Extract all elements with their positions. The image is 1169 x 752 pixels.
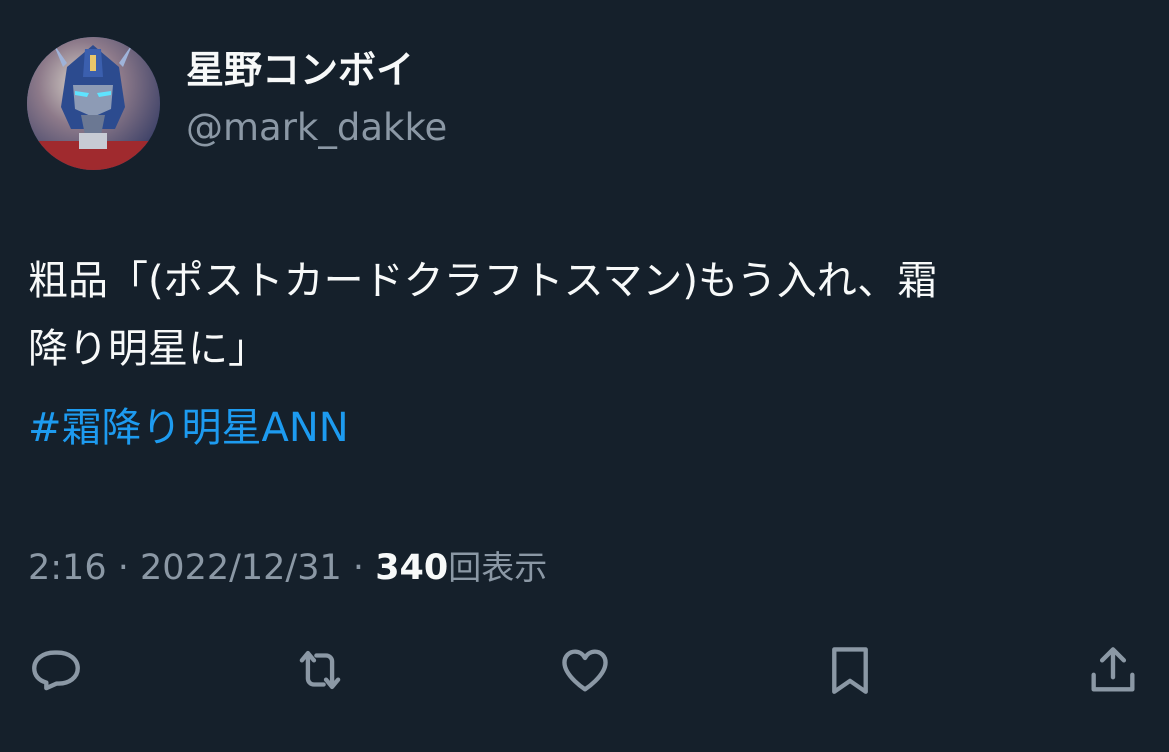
share-button[interactable] [1083,640,1143,700]
robot-avatar-icon [27,37,160,170]
bookmark-button[interactable] [820,640,880,700]
tweet-time[interactable]: 2:16 [28,548,107,588]
reply-button[interactable] [26,640,86,700]
action-bar [0,640,1169,700]
views-label: 回表示 [448,548,548,587]
retweet-button[interactable] [290,640,350,700]
separator: · [117,548,129,588]
share-icon [1091,647,1135,692]
hashtag-link[interactable]: #霜降り明星ANN [28,394,349,462]
like-button[interactable] [555,640,615,700]
separator: · [352,548,365,588]
heart-icon [562,649,608,692]
user-handle[interactable]: @mark_dakke [186,107,447,149]
bookmark-icon [832,647,868,694]
tweet-text: 粗品「(ポストカードクラフトスマン)もう入れ、霜 降り明星に」 [28,247,1138,383]
retweet-icon [299,650,341,690]
tweet-text-line: 降り明星に」 [28,326,268,372]
views-count: 340 [375,548,449,588]
display-name[interactable]: 星野コンボイ [186,49,414,92]
reply-icon [32,650,80,691]
tweet-date[interactable]: 2022/12/31 [140,548,342,588]
tweet-text-line: 粗品「(ポストカードクラフトスマン)もう入れ、霜 [28,258,938,304]
tweet-meta: 2:16 · 2022/12/31 · 340回表示 [28,543,547,593]
avatar[interactable] [27,37,160,170]
